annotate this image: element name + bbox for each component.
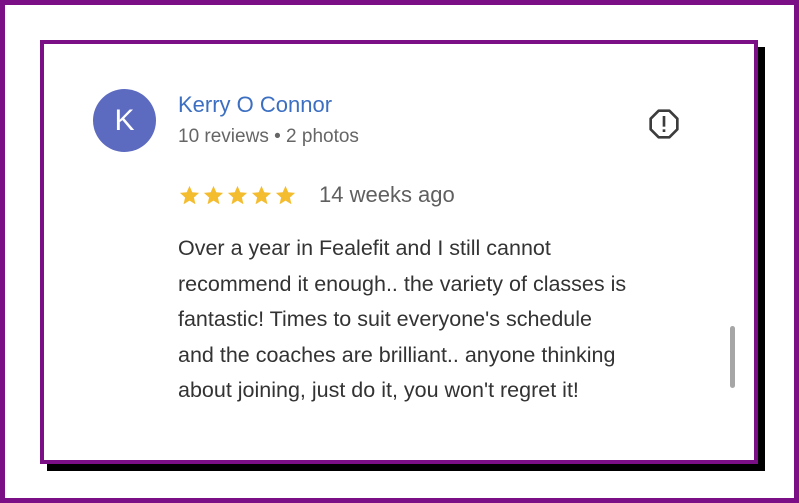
scrollbar[interactable] [730, 326, 735, 388]
star-icon [179, 185, 200, 204]
review-text-line: recommend it enough.. the variety of cla… [178, 271, 627, 296]
review-text-line: about joining, just do it, you won't reg… [178, 378, 579, 402]
reviewer-name-link[interactable]: Kerry O Connor [178, 92, 332, 118]
star-icon [275, 185, 296, 204]
octagon-alert-icon [649, 109, 679, 139]
star-icon [227, 185, 248, 204]
star-rating [178, 184, 297, 207]
review-time: 14 weeks ago [319, 182, 455, 207]
reviewer-meta: 10 reviews • 2 photos [178, 126, 359, 147]
avatar-letter: K [114, 103, 135, 137]
rating-row: 14 weeks ago [178, 182, 455, 208]
report-icon[interactable] [648, 108, 680, 140]
review-text-line: and the coaches are brilliant.. anyone t… [178, 342, 616, 367]
star-icon [203, 185, 224, 204]
review-text: Over a year in Fealefit and I still cann… [178, 231, 718, 409]
review-text-line: Over a year in Fealefit and I still cann… [178, 236, 551, 260]
review-text-line: fantastic! Times to suit everyone's sche… [178, 307, 593, 331]
star-icon [251, 185, 272, 204]
avatar[interactable]: K [93, 89, 156, 152]
